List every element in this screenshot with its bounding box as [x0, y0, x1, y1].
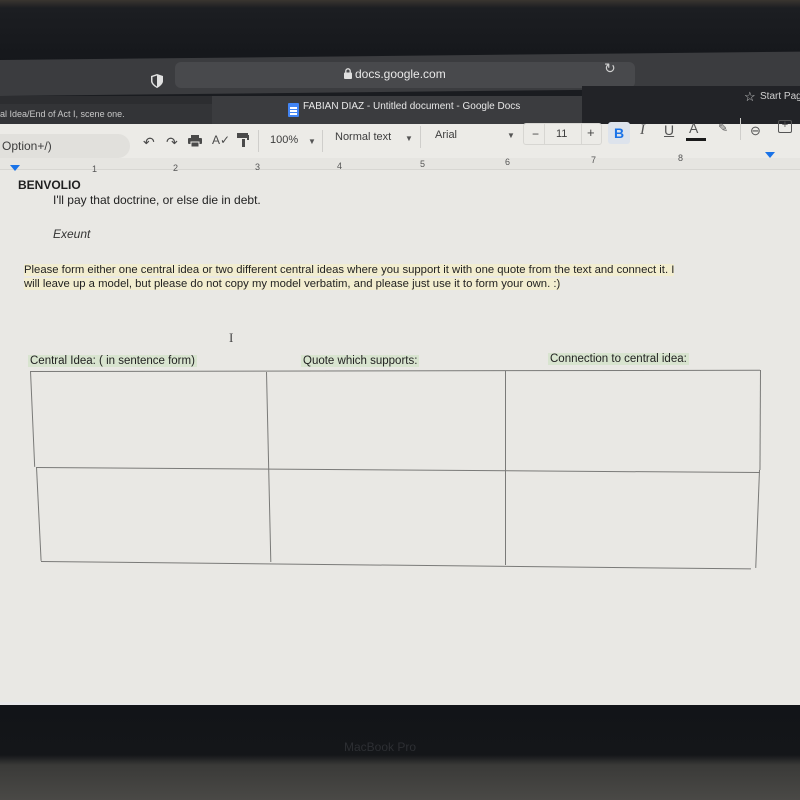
- menu-search-hint: Option+/): [2, 139, 52, 153]
- right-indent-marker[interactable]: [765, 152, 775, 158]
- tab-google-docs-label: FABIAN DIAZ - Untitled document - Google…: [303, 101, 521, 112]
- instruction-line-1: Please form either one central idea or t…: [24, 264, 675, 276]
- ruler-number: 6: [505, 157, 511, 167]
- toolbar-separator: [740, 118, 741, 140]
- zoom-dropdown-icon[interactable]: ▼: [308, 137, 316, 146]
- highlight-pen-icon[interactable]: ✎: [718, 121, 728, 135]
- ruler-number: 3: [255, 162, 261, 172]
- table-cell[interactable]: [507, 472, 757, 564]
- ruler-number: 5: [420, 159, 426, 169]
- ruler-number: 2: [173, 163, 179, 173]
- print-icon[interactable]: [188, 135, 202, 147]
- font-dropdown-icon[interactable]: ▼: [507, 131, 515, 140]
- toolbar-separator: [258, 130, 259, 152]
- table-cell[interactable]: [272, 470, 504, 562]
- undo-icon[interactable]: ↶: [143, 135, 155, 149]
- toolbar-separator: [322, 130, 323, 152]
- assignment-instructions: Please form either one central idea or t…: [24, 264, 764, 291]
- left-indent-marker[interactable]: [10, 165, 20, 171]
- ruler-number: 8: [678, 153, 684, 163]
- ruler-number: 1: [92, 164, 98, 174]
- paint-format-icon[interactable]: [237, 133, 249, 147]
- column-header-quote: Quote which supports:: [301, 355, 420, 367]
- speaker-name: BENVOLIO: [18, 178, 81, 192]
- google-docs-icon: [288, 103, 299, 117]
- insert-link-icon[interactable]: ⊖: [750, 123, 761, 139]
- font-select[interactable]: Arial: [435, 129, 457, 141]
- ruler-number: 4: [337, 161, 343, 171]
- zoom-select[interactable]: 100%: [270, 134, 298, 146]
- text-color-swatch: [686, 138, 706, 141]
- column-header-connection: Connection to central idea:: [548, 353, 689, 365]
- instruction-line-2: will leave up a model, but please do not…: [24, 277, 561, 290]
- table-cell[interactable]: [38, 470, 268, 560]
- privacy-shield-icon[interactable]: [151, 74, 163, 88]
- style-dropdown-icon[interactable]: ▼: [405, 134, 413, 143]
- tab-start-page-label: Start Page: [760, 91, 800, 102]
- text-color-button[interactable]: A: [689, 120, 698, 136]
- star-icon: ☆: [744, 89, 756, 104]
- stage-direction: Exeunt: [53, 227, 91, 241]
- ruler-number: 7: [591, 155, 597, 165]
- font-size-input[interactable]: 11: [556, 128, 567, 140]
- table-cell[interactable]: [507, 373, 759, 468]
- add-comment-icon[interactable]: +: [778, 120, 792, 133]
- increase-font-size-button[interactable]: +: [587, 125, 595, 140]
- url-text[interactable]: docs.google.com: [355, 67, 446, 81]
- table-cell[interactable]: [268, 373, 504, 466]
- underline-button[interactable]: U: [664, 122, 674, 138]
- decrease-font-size-button[interactable]: −: [532, 127, 539, 141]
- text-cursor-icon: I: [229, 330, 234, 345]
- table-cell[interactable]: [32, 373, 264, 466]
- spellcheck-icon[interactable]: A✓: [212, 133, 230, 147]
- redo-icon[interactable]: ↷: [166, 135, 178, 149]
- tab-previous[interactable]: al Idea/End of Act I, scene one.: [0, 104, 212, 126]
- device-label: MacBook Pro: [344, 740, 417, 754]
- menu-search-input[interactable]: Option+/): [0, 134, 130, 158]
- dialogue-line: I'll pay that doctrine, or else die in d…: [53, 193, 261, 207]
- paragraph-style-select[interactable]: Normal text: [335, 131, 391, 143]
- column-header-central-idea: Central Idea: ( in sentence form): [28, 355, 197, 367]
- reload-icon[interactable]: ↻: [604, 60, 616, 77]
- italic-button[interactable]: I: [640, 122, 645, 139]
- tab-previous-label: al Idea/End of Act I, scene one.: [0, 109, 125, 119]
- lock-icon: [344, 68, 352, 79]
- bold-button[interactable]: B: [608, 122, 630, 144]
- toolbar-separator: [420, 126, 421, 148]
